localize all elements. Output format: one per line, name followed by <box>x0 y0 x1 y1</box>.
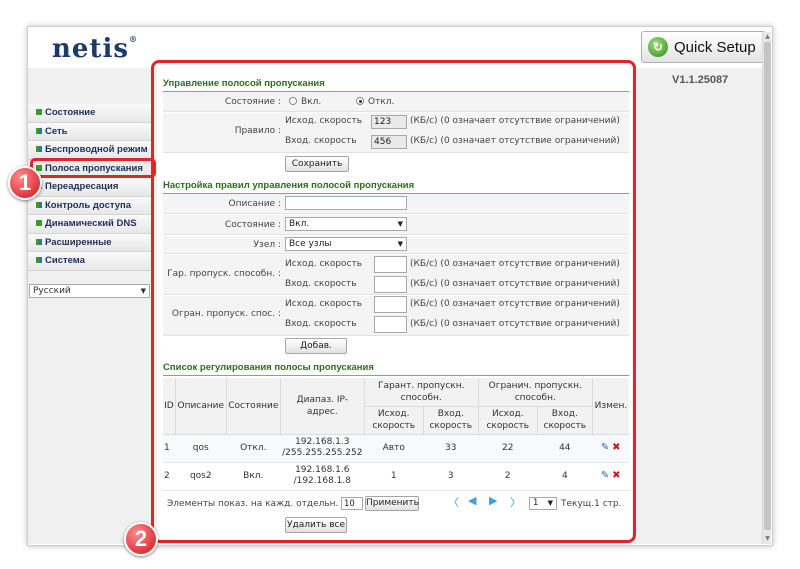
menu-item-network[interactable]: Сеть <box>28 122 152 141</box>
menu-item-ddns[interactable]: Динамический DNS <box>28 215 152 234</box>
annotation-box-menu <box>30 158 156 178</box>
green-square-icon <box>36 109 42 116</box>
menu-item-status[interactable]: Состояние <box>28 104 152 123</box>
scroll-up-icon[interactable]: ▲ <box>764 33 771 41</box>
scrollbar[interactable]: ▲ ▼ <box>762 32 771 544</box>
annotation-badge-1: 1 <box>8 166 42 200</box>
green-square-icon <box>36 220 42 227</box>
netis-logo: netis® <box>52 34 138 64</box>
firmware-version: V1.1.25087 <box>672 74 729 86</box>
quick-setup-icon: ↻ <box>648 37 668 57</box>
grid-icon <box>36 238 42 245</box>
scroll-down-icon[interactable]: ▼ <box>764 535 771 543</box>
grid-icon <box>36 257 42 264</box>
chevron-down-icon: ▼ <box>140 287 146 295</box>
menu-item-access-control[interactable]: Контроль доступа <box>28 196 152 215</box>
annotation-badge-2: 2 <box>124 522 158 556</box>
annotation-box-content <box>151 60 636 543</box>
grid-icon <box>36 127 42 134</box>
language-select[interactable]: Русский ▼ <box>29 284 150 298</box>
menu-item-wireless[interactable]: Беспроводной режим <box>28 141 152 160</box>
sidebar-menu: Состояние Сеть Беспроводной режим Полоса… <box>28 104 152 271</box>
menu-item-forwarding[interactable]: Переадресация <box>28 178 152 197</box>
menu-item-advanced[interactable]: Расширенные <box>28 233 152 252</box>
quick-setup-button[interactable]: ↻ Quick Setup <box>641 31 766 63</box>
quick-setup-label: Quick Setup <box>674 38 756 56</box>
grid-icon <box>36 201 42 208</box>
grid-icon <box>36 146 42 153</box>
scroll-thumb[interactable] <box>764 42 771 530</box>
menu-item-system[interactable]: Система <box>28 252 152 271</box>
